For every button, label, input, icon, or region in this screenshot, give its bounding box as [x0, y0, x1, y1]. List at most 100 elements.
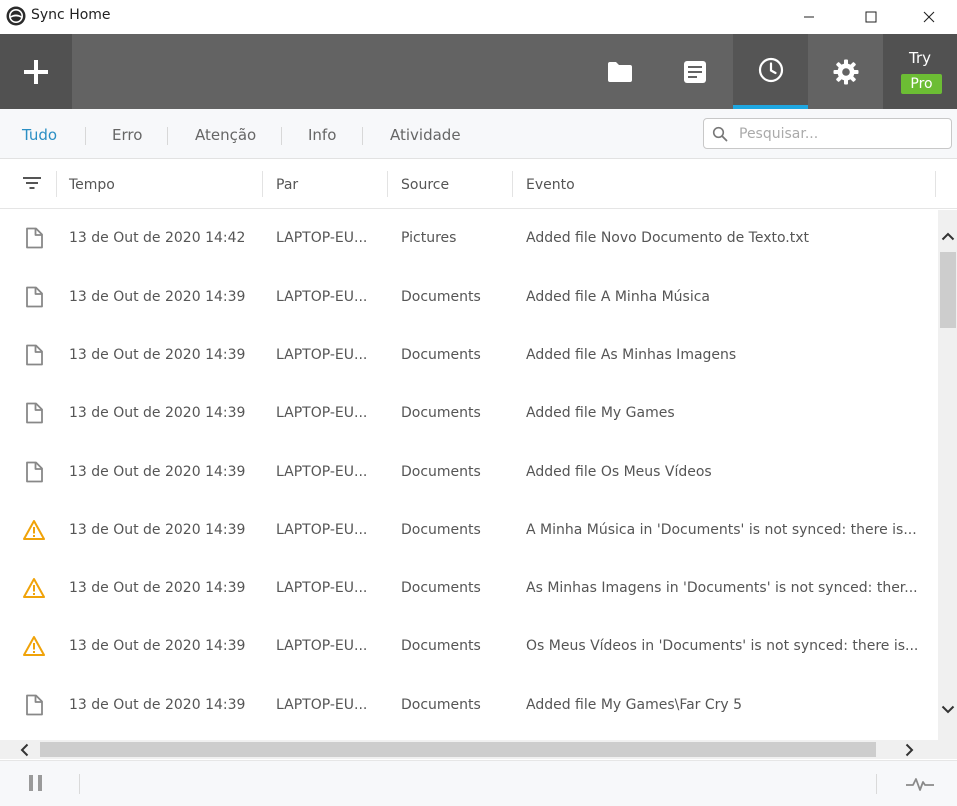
plus-icon	[24, 59, 48, 84]
add-folder-button[interactable]	[0, 34, 72, 109]
table-row[interactable]: 13 de Out de 2020 14:39 LAPTOP-EU... Doc…	[0, 560, 938, 618]
table-row[interactable]: 13 de Out de 2020 14:39 LAPTOP-EU... Doc…	[0, 327, 938, 385]
pause-icon	[37, 775, 42, 791]
event-source: Documents	[401, 638, 481, 654]
search-box[interactable]	[703, 118, 952, 149]
window-title: Sync Home	[31, 7, 111, 23]
event-description: Added file As Minhas Imagens	[526, 347, 737, 363]
clock-icon	[758, 57, 783, 82]
vertical-scroll-thumb[interactable]	[940, 252, 956, 328]
event-description: Added file My Games	[526, 405, 675, 421]
column-separator[interactable]	[512, 171, 513, 197]
maximize-button[interactable]	[848, 0, 894, 34]
warning-icon	[23, 578, 45, 598]
event-time: 13 de Out de 2020 14:39	[69, 522, 246, 538]
try-label: Try	[908, 49, 931, 67]
notes-button[interactable]	[657, 34, 732, 109]
event-source: Documents	[401, 289, 481, 305]
event-time: 13 de Out de 2020 14:39	[69, 289, 246, 305]
resilio-sync-logo-icon	[6, 6, 26, 26]
column-header-par[interactable]: Par	[276, 177, 298, 193]
settings-button[interactable]	[808, 34, 883, 109]
column-separator[interactable]	[387, 171, 388, 197]
event-peer: LAPTOP-EU...	[276, 464, 368, 480]
tab-info[interactable]: Info	[308, 126, 336, 144]
folders-button[interactable]	[582, 34, 657, 109]
event-time: 13 de Out de 2020 14:39	[69, 464, 246, 480]
event-time: 13 de Out de 2020 14:42	[69, 230, 246, 246]
folder-icon	[607, 61, 632, 82]
filter-icon[interactable]	[22, 175, 42, 191]
event-peer: LAPTOP-EU...	[276, 405, 368, 421]
table-row[interactable]: 13 de Out de 2020 14:39 LAPTOP-EU... Doc…	[0, 502, 938, 560]
file-icon	[26, 461, 43, 483]
events-list: 13 de Out de 2020 14:42 LAPTOP-EU... Pic…	[0, 210, 938, 738]
event-description: Added file My Games\Far Cry 5	[526, 697, 743, 713]
table-row[interactable]: 13 de Out de 2020 14:39 LAPTOP-EU... Doc…	[0, 444, 938, 502]
table-row[interactable]: 13 de Out de 2020 14:39 LAPTOP-EU... Doc…	[0, 385, 938, 443]
table-row[interactable]: 13 de Out de 2020 14:39 LAPTOP-EU... Doc…	[0, 269, 938, 327]
tab-separator	[281, 127, 282, 145]
status-separator	[876, 774, 877, 794]
warning-icon	[23, 520, 45, 540]
status-separator	[79, 774, 80, 794]
horizontal-scroll-thumb[interactable]	[40, 742, 876, 757]
warning-icon	[23, 636, 45, 656]
horizontal-scrollbar[interactable]	[0, 740, 938, 759]
event-peer: LAPTOP-EU...	[276, 638, 368, 654]
notes-icon	[683, 60, 706, 83]
column-header-tempo[interactable]: Tempo	[69, 177, 115, 193]
activity-pulse-icon[interactable]	[905, 775, 935, 793]
event-description: Added file Novo Documento de Texto.txt	[526, 230, 810, 246]
event-description: Added file Os Meus Vídeos	[526, 464, 712, 480]
column-separator[interactable]	[935, 171, 936, 197]
table-header: Tempo Par Source Evento	[0, 160, 957, 209]
table-row[interactable]: 13 de Out de 2020 14:42 LAPTOP-EU... Pic…	[0, 210, 938, 268]
minimize-icon	[804, 16, 814, 18]
event-description: Os Meus Vídeos in 'Documents' is not syn…	[526, 638, 919, 654]
tab-atencao[interactable]: Atenção	[195, 126, 256, 144]
scroll-left-button[interactable]	[16, 741, 32, 758]
maximize-icon	[865, 11, 877, 23]
event-time: 13 de Out de 2020 14:39	[69, 580, 246, 596]
scroll-down-button[interactable]	[938, 702, 957, 718]
event-source: Documents	[401, 522, 481, 538]
scroll-right-button[interactable]	[902, 741, 918, 758]
close-button[interactable]	[906, 0, 952, 34]
pause-button[interactable]	[24, 775, 46, 795]
event-peer: LAPTOP-EU...	[276, 697, 368, 713]
event-peer: LAPTOP-EU...	[276, 522, 368, 538]
status-bar	[0, 760, 957, 806]
table-row[interactable]: 13 de Out de 2020 14:39 LAPTOP-EU... Doc…	[0, 618, 938, 676]
minimize-button[interactable]	[786, 0, 832, 34]
tab-separator	[362, 127, 363, 145]
event-time: 13 de Out de 2020 14:39	[69, 638, 246, 654]
event-source: Documents	[401, 347, 481, 363]
scroll-up-button[interactable]	[938, 228, 957, 244]
history-button[interactable]	[733, 34, 808, 109]
vertical-scrollbar[interactable]	[938, 210, 957, 740]
chevron-left-icon	[20, 743, 29, 756]
tab-separator	[85, 127, 86, 145]
table-row[interactable]: 13 de Out de 2020 14:39 LAPTOP-EU... Doc…	[0, 677, 938, 735]
chevron-right-icon	[905, 743, 914, 756]
event-time: 13 de Out de 2020 14:39	[69, 405, 246, 421]
column-separator	[56, 171, 57, 197]
search-icon	[712, 126, 728, 142]
column-header-source[interactable]: Source	[401, 177, 449, 193]
search-input[interactable]	[739, 121, 944, 146]
tab-atividade[interactable]: Atividade	[390, 126, 461, 144]
title-bar: Sync Home	[0, 0, 957, 34]
tab-erro[interactable]: Erro	[112, 126, 142, 144]
try-pro-button[interactable]: Try Pro	[883, 34, 957, 109]
column-separator[interactable]	[262, 171, 263, 197]
pause-icon	[28, 775, 33, 791]
tab-tudo[interactable]: Tudo	[22, 126, 57, 144]
event-source: Documents	[401, 464, 481, 480]
main-toolbar: Try Pro	[0, 34, 957, 109]
close-icon	[923, 11, 935, 23]
column-header-evento[interactable]: Evento	[526, 177, 575, 193]
file-icon	[26, 286, 43, 308]
event-peer: LAPTOP-EU...	[276, 347, 368, 363]
filter-bar: Tudo Erro Atenção Info Atividade	[0, 109, 957, 159]
